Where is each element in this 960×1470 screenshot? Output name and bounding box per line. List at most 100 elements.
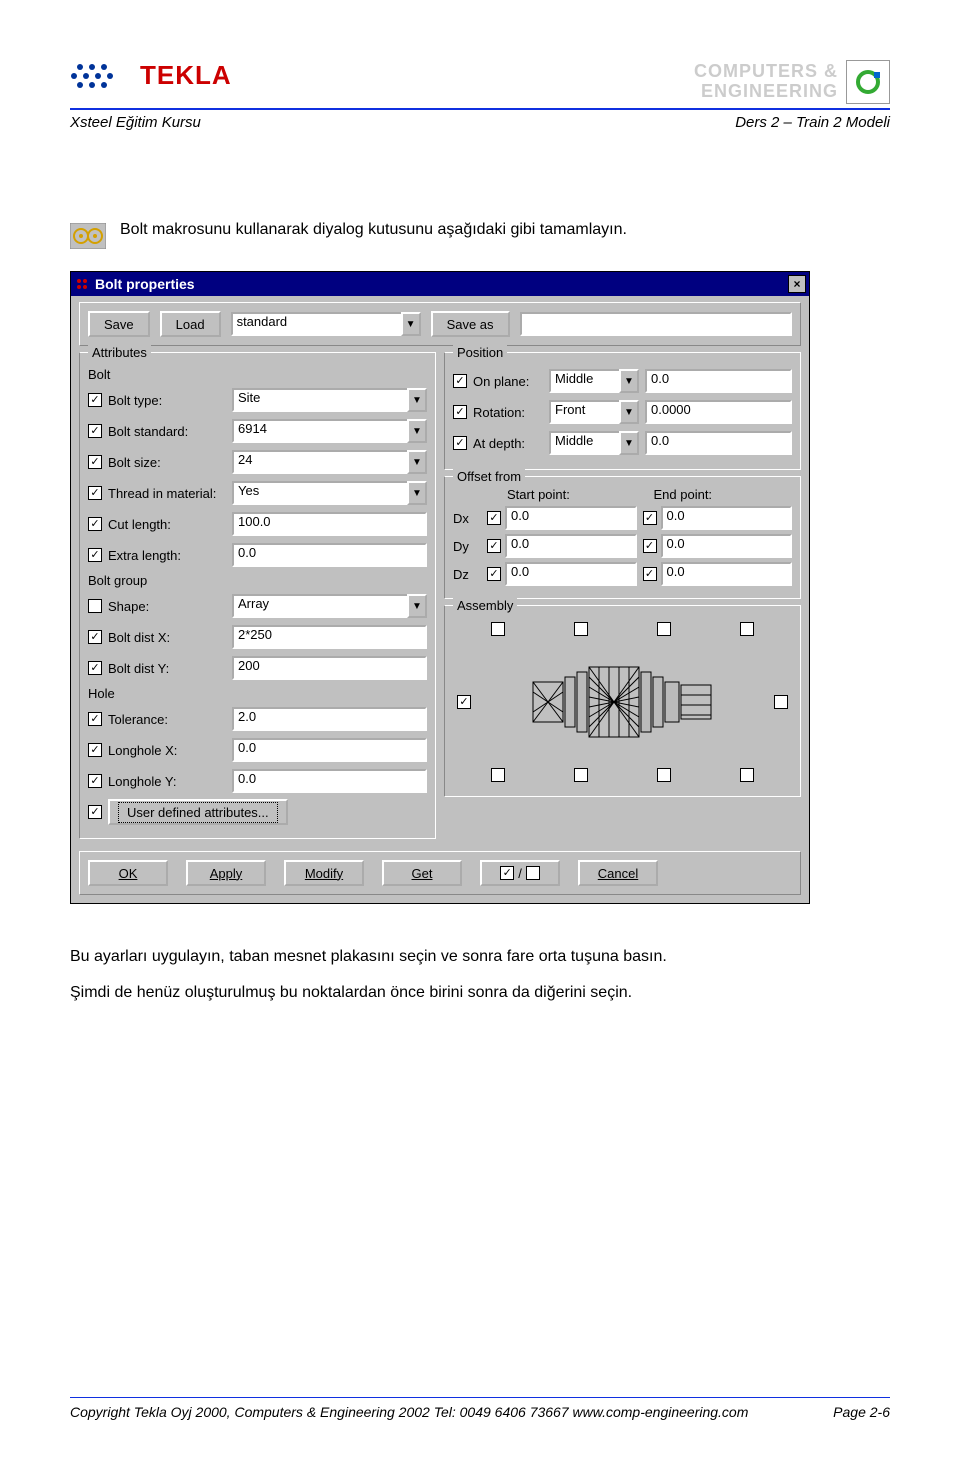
bolt-type-select[interactable]: Site▼ bbox=[232, 388, 427, 412]
rotation-select[interactable]: Front▼ bbox=[549, 400, 639, 424]
longy-input[interactable]: 0.0 bbox=[232, 769, 427, 793]
bolt-standard-select[interactable]: 6914▼ bbox=[232, 419, 427, 443]
apply-button[interactable]: Apply bbox=[186, 860, 266, 886]
cut-length-check[interactable]: ✓ bbox=[88, 517, 102, 531]
onplane-check[interactable]: ✓ bbox=[453, 374, 467, 388]
cancel-button[interactable]: Cancel bbox=[578, 860, 658, 886]
asm-check-3[interactable] bbox=[657, 622, 671, 636]
asm-check-6[interactable] bbox=[574, 768, 588, 782]
atdepth-label: At depth: bbox=[473, 436, 543, 451]
dz-e-check[interactable]: ✓ bbox=[643, 567, 657, 581]
bolt-macro-icon bbox=[70, 223, 106, 249]
extra-length-label: Extra length: bbox=[108, 548, 226, 563]
dx-label: Dx bbox=[453, 511, 481, 526]
dy-e-check[interactable]: ✓ bbox=[643, 539, 657, 553]
chevron-down-icon[interactable]: ▼ bbox=[407, 481, 427, 505]
disty-check[interactable]: ✓ bbox=[88, 661, 102, 675]
tolerance-input[interactable]: 2.0 bbox=[232, 707, 427, 731]
position-legend: Position bbox=[453, 345, 507, 360]
tolerance-check[interactable]: ✓ bbox=[88, 712, 102, 726]
saveas-name-input[interactable] bbox=[520, 312, 792, 336]
bolt-size-check[interactable]: ✓ bbox=[88, 455, 102, 469]
attributes-group: Attributes Bolt ✓Bolt type:Site▼ ✓Bolt s… bbox=[79, 352, 436, 839]
dz-s-input[interactable]: 0.0 bbox=[505, 562, 637, 586]
dx-e-input[interactable]: 0.0 bbox=[661, 506, 793, 530]
atdepth-input[interactable]: 0.0 bbox=[645, 431, 792, 455]
rotation-check[interactable]: ✓ bbox=[453, 405, 467, 419]
onplane-select[interactable]: Middle▼ bbox=[549, 369, 639, 393]
attributes-legend: Attributes bbox=[88, 345, 151, 360]
atdepth-check[interactable]: ✓ bbox=[453, 436, 467, 450]
boltgroup-sublabel: Bolt group bbox=[88, 573, 427, 588]
get-button[interactable]: Get bbox=[382, 860, 462, 886]
dx-s-check[interactable]: ✓ bbox=[487, 511, 501, 525]
dx-s-input[interactable]: 0.0 bbox=[505, 506, 637, 530]
chevron-down-icon[interactable]: ▼ bbox=[407, 594, 427, 618]
shape-label: Shape: bbox=[108, 599, 226, 614]
dy-s-check[interactable]: ✓ bbox=[487, 539, 501, 553]
asm-check-8[interactable] bbox=[740, 768, 754, 782]
dz-e-input[interactable]: 0.0 bbox=[661, 562, 793, 586]
uda-check[interactable]: ✓ bbox=[88, 805, 102, 819]
onplane-label: On plane: bbox=[473, 374, 543, 389]
titlebar[interactable]: Bolt properties × bbox=[71, 272, 809, 296]
atdepth-select[interactable]: Middle▼ bbox=[549, 431, 639, 455]
onplane-input[interactable]: 0.0 bbox=[645, 369, 792, 393]
longx-input[interactable]: 0.0 bbox=[232, 738, 427, 762]
asm-check-1[interactable] bbox=[491, 622, 505, 636]
longx-check[interactable]: ✓ bbox=[88, 743, 102, 757]
asm-check-4[interactable] bbox=[740, 622, 754, 636]
assembly-legend: Assembly bbox=[453, 598, 517, 613]
bolt-size-select[interactable]: 24▼ bbox=[232, 450, 427, 474]
position-group: Position ✓On plane:Middle▼0.0 ✓Rotation:… bbox=[444, 352, 801, 470]
bolt-type-label: Bolt type: bbox=[108, 393, 226, 408]
thread-select[interactable]: Yes▼ bbox=[232, 481, 427, 505]
modify-button[interactable]: Modify bbox=[284, 860, 364, 886]
dz-s-check[interactable]: ✓ bbox=[487, 567, 501, 581]
asm-check-right[interactable] bbox=[774, 695, 788, 709]
asm-check-left[interactable]: ✓ bbox=[457, 695, 471, 709]
preset-select[interactable]: standard ▼ bbox=[231, 312, 421, 336]
asm-check-2[interactable] bbox=[574, 622, 588, 636]
dz-label: Dz bbox=[453, 567, 481, 582]
longy-check[interactable]: ✓ bbox=[88, 774, 102, 788]
thread-check[interactable]: ✓ bbox=[88, 486, 102, 500]
saveas-button[interactable]: Save as bbox=[431, 311, 510, 337]
toggle-button[interactable]: ✓/ bbox=[480, 860, 560, 886]
bolt-standard-check[interactable]: ✓ bbox=[88, 424, 102, 438]
asm-check-7[interactable] bbox=[657, 768, 671, 782]
dy-s-input[interactable]: 0.0 bbox=[505, 534, 637, 558]
close-icon[interactable]: × bbox=[788, 275, 806, 293]
chevron-down-icon[interactable]: ▼ bbox=[619, 400, 639, 424]
bolt-type-check[interactable]: ✓ bbox=[88, 393, 102, 407]
dx-e-check[interactable]: ✓ bbox=[643, 511, 657, 525]
dy-e-input[interactable]: 0.0 bbox=[661, 534, 793, 558]
cut-length-input[interactable]: 100.0 bbox=[232, 512, 427, 536]
disty-input[interactable]: 200 bbox=[232, 656, 427, 680]
chevron-down-icon[interactable]: ▼ bbox=[619, 369, 639, 393]
extra-length-input[interactable]: 0.0 bbox=[232, 543, 427, 567]
preset-value[interactable]: standard bbox=[231, 312, 401, 336]
shape-select[interactable]: Array▼ bbox=[232, 594, 427, 618]
uda-button[interactable]: User defined attributes... bbox=[108, 799, 288, 825]
rotation-input[interactable]: 0.0000 bbox=[645, 400, 792, 424]
hole-sublabel: Hole bbox=[88, 686, 427, 701]
distx-input[interactable]: 2*250 bbox=[232, 625, 427, 649]
shape-check[interactable] bbox=[88, 599, 102, 613]
tekla-dots-icon bbox=[70, 61, 130, 91]
asm-check-5[interactable] bbox=[491, 768, 505, 782]
chevron-down-icon[interactable]: ▼ bbox=[401, 312, 421, 336]
ok-button[interactable]: OK bbox=[88, 860, 168, 886]
save-button[interactable]: Save bbox=[88, 311, 150, 337]
chevron-down-icon[interactable]: ▼ bbox=[407, 419, 427, 443]
extra-length-check[interactable]: ✓ bbox=[88, 548, 102, 562]
assembly-diagram bbox=[477, 642, 768, 762]
bolt-standard-label: Bolt standard: bbox=[108, 424, 226, 439]
chevron-down-icon[interactable]: ▼ bbox=[407, 450, 427, 474]
distx-check[interactable]: ✓ bbox=[88, 630, 102, 644]
load-button[interactable]: Load bbox=[160, 311, 221, 337]
footer-rule bbox=[70, 1397, 890, 1398]
chevron-down-icon[interactable]: ▼ bbox=[407, 388, 427, 412]
chevron-down-icon[interactable]: ▼ bbox=[619, 431, 639, 455]
toolbar: Save Load standard ▼ Save as bbox=[79, 302, 801, 346]
